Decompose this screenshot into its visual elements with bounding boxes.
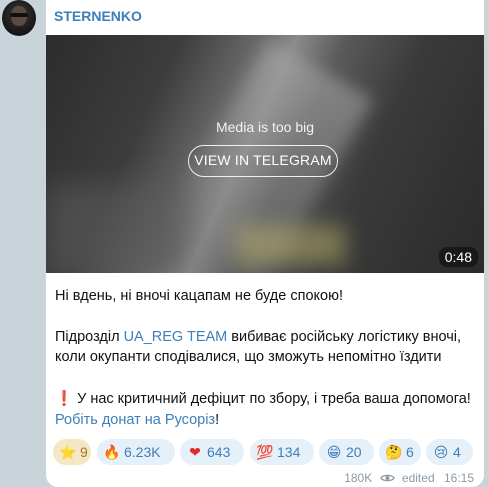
video-blur-shadow <box>46 185 186 273</box>
message-text: вибиває російську логістику вночі, <box>227 329 462 345</box>
sender-name[interactable]: STERNENKO <box>54 8 142 24</box>
message-time: 16:15 <box>443 470 474 485</box>
message-line: Підрозділ UA_REG TEAM вибиває російську … <box>55 327 479 347</box>
reaction-count: 20 <box>346 444 362 460</box>
reaction-hundred[interactable]: 💯 134 <box>250 439 314 465</box>
video-duration: 0:48 <box>438 247 478 267</box>
media-notice: Media is too big <box>215 119 315 135</box>
message-line: коли окупанти сподівалися, що зможуть не… <box>55 347 479 367</box>
fire-icon: 🔥 <box>103 444 121 460</box>
message-text: ! <box>215 412 220 428</box>
message-text: Ні вдень, ні вночі кацапам не буде споко… <box>55 288 343 304</box>
unit-link[interactable]: UA_REG TEAM <box>124 329 228 345</box>
thinking-icon: 🤔 <box>385 444 403 460</box>
avatar-glasses <box>10 13 28 17</box>
star-icon: ⭐ <box>59 444 77 460</box>
video-preview[interactable]: Media is too big VIEW IN TELEGRAM 0:48 <box>46 35 484 273</box>
message-bubble: STERNENKO Media is too big VIEW IN TELEG… <box>46 0 484 487</box>
eye-icon <box>379 474 395 482</box>
video-blur-yellow <box>236 225 346 265</box>
message-meta: 180K edited 16:15 <box>344 470 474 485</box>
reaction-count: 6.23K <box>124 444 161 460</box>
reaction-crying[interactable]: 😢 4 <box>426 439 473 465</box>
view-in-telegram-button[interactable]: VIEW IN TELEGRAM <box>188 145 338 177</box>
channel-avatar[interactable] <box>2 0 36 36</box>
reaction-count: 9 <box>80 444 88 460</box>
reaction-heart[interactable]: ❤ 643 <box>180 439 244 465</box>
hundred-icon: 💯 <box>256 444 274 460</box>
message-text: У нас критичний дефіцит по збору, і треб… <box>73 391 471 407</box>
message-line: Робіть донат на Русоріз! <box>55 410 479 430</box>
view-count: 180K <box>344 470 373 485</box>
reaction-thinking[interactable]: 🤔 6 <box>379 439 421 465</box>
reaction-count: 4 <box>453 444 461 460</box>
reaction-star[interactable]: ⭐ 9 <box>53 439 91 465</box>
message-text: Підрозділ <box>55 329 124 345</box>
heart-icon: ❤ <box>189 444 201 460</box>
crying-icon: 😢 <box>433 444 449 460</box>
message-line: ❗ У нас критичний дефіцит по збору, і тр… <box>55 389 479 409</box>
reaction-count: 6 <box>406 444 414 460</box>
reaction-count: 134 <box>277 444 301 460</box>
grin-icon: 😁 <box>326 444 342 460</box>
edited-label: edited <box>401 470 435 485</box>
message-text: коли окупанти сподівалися, що зможуть не… <box>55 349 442 365</box>
donate-link[interactable]: Робіть донат на Русоріз <box>55 412 215 428</box>
exclamation-icon: ❗ <box>55 391 74 407</box>
reaction-grin[interactable]: 😁 20 <box>319 439 374 465</box>
message-line: Ні вдень, ні вночі кацапам не буде споко… <box>55 286 479 306</box>
reaction-fire[interactable]: 🔥 6.23K <box>97 439 175 465</box>
reaction-count: 643 <box>207 444 231 460</box>
